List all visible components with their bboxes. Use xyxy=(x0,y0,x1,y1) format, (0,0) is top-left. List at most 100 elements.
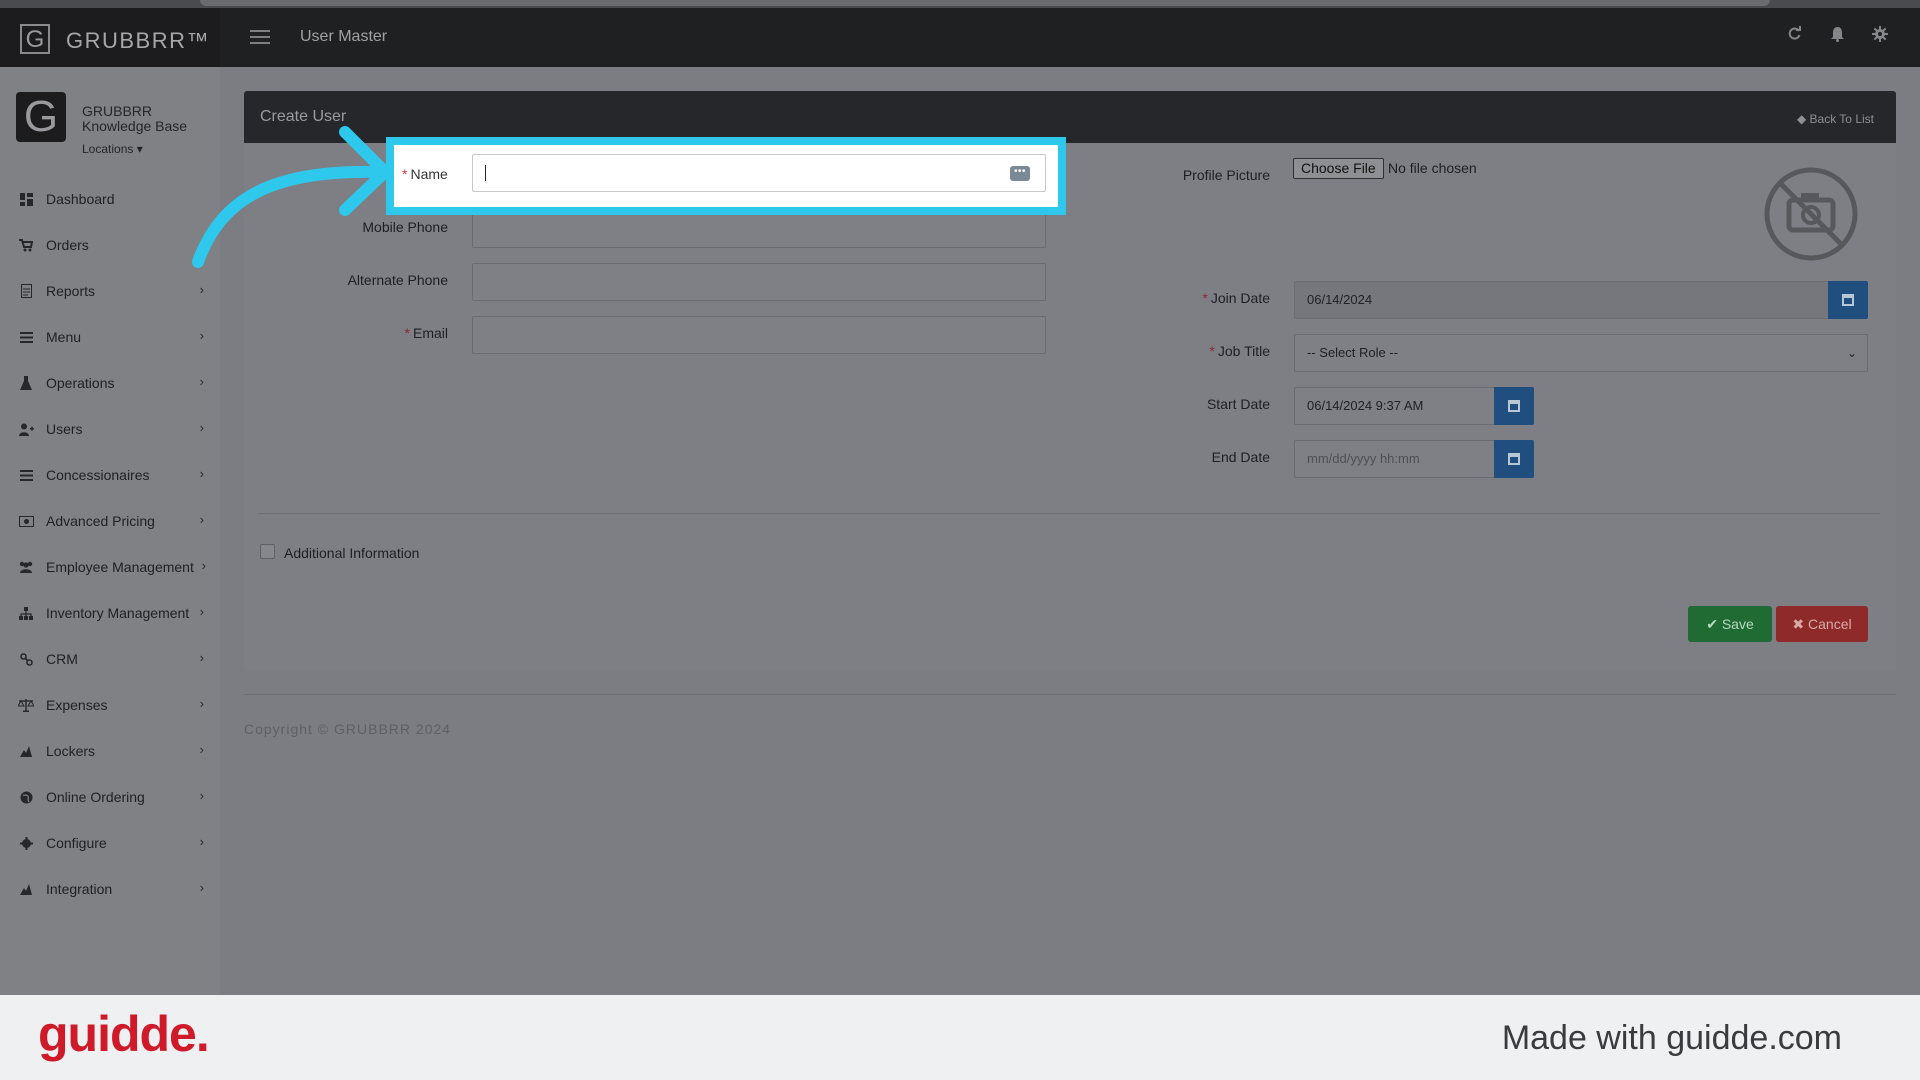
name-label: * Name xyxy=(402,166,448,182)
save-button[interactable]: ✔ Save xyxy=(1688,606,1772,642)
no-file-chosen-text: No file chosen xyxy=(1388,160,1477,176)
chevron-right-icon: › xyxy=(199,282,204,297)
calendar-icon xyxy=(1508,453,1520,465)
refresh-icon[interactable] xyxy=(1787,26,1802,46)
cog-icon xyxy=(18,835,34,851)
join-date-label-text: Join Date xyxy=(1210,290,1270,306)
sidebar-item-crm[interactable]: CRM › xyxy=(0,636,220,682)
pointer-arrow-icon xyxy=(192,126,391,268)
locations-label: Locations xyxy=(82,142,134,156)
gear-icon[interactable] xyxy=(1872,26,1888,47)
cart-icon xyxy=(18,237,34,253)
sidebar-item-label: Users xyxy=(46,421,83,437)
more-dots-icon[interactable]: ••• xyxy=(1010,166,1030,181)
sidebar-item-label: Lockers xyxy=(46,743,96,759)
sidebar-item-lockers[interactable]: Lockers › xyxy=(0,728,220,774)
page-title: User Master xyxy=(300,28,388,45)
avatar: G xyxy=(16,92,66,142)
brand-name: GRUBBRR™ xyxy=(66,28,211,53)
chevron-right-icon: › xyxy=(199,650,204,665)
flask-icon xyxy=(18,375,34,391)
cancel-label: Cancel xyxy=(1808,616,1852,632)
chevron-right-icon: › xyxy=(199,512,204,527)
sidebar-item-advanced-pricing[interactable]: Advanced Pricing › xyxy=(0,498,220,544)
join-date-input[interactable]: 06/14/2024 xyxy=(1294,281,1830,319)
caret-down-icon: ▾ xyxy=(136,142,143,156)
chevron-right-icon: › xyxy=(199,604,204,619)
footer-divider xyxy=(244,694,1896,695)
calendar-icon xyxy=(1842,294,1854,306)
chevron-right-icon: › xyxy=(199,788,204,803)
brand-logo-icon: G xyxy=(20,24,50,54)
dashboard-icon xyxy=(18,191,34,207)
chevron-right-icon: › xyxy=(199,328,204,343)
user-plus-icon xyxy=(18,421,34,437)
sidebar-item-label: Integration xyxy=(46,881,113,897)
org-subtitle: Knowledge Base xyxy=(82,118,188,134)
start-date-input[interactable]: 06/14/2024 9:37 AM xyxy=(1294,387,1496,425)
made-with-guidde-text: Made with guidde.com xyxy=(1501,1019,1842,1057)
job-title-selected-value: -- Select Role -- xyxy=(1307,345,1399,360)
alternate-phone-input[interactable] xyxy=(472,263,1046,301)
job-title-label: * Job Title xyxy=(1170,343,1270,359)
chevron-right-icon: › xyxy=(199,834,204,849)
hamburger-menu-icon[interactable] xyxy=(250,30,270,44)
sidebar-item-configure[interactable]: Configure › xyxy=(0,820,220,866)
mobile-phone-input[interactable] xyxy=(472,210,1046,248)
org-name: GRUBBRR xyxy=(82,103,153,119)
join-date-calendar-button[interactable] xyxy=(1828,281,1868,319)
sidebar-item-menu[interactable]: Menu › xyxy=(0,314,220,360)
job-title-label-text: Job Title xyxy=(1217,343,1270,359)
sidebar-item-employee-management[interactable]: Employee Management › xyxy=(0,544,220,590)
job-title-select[interactable]: -- Select Role -- ⌄ xyxy=(1294,334,1868,372)
profile-picture-label: Profile Picture xyxy=(1182,167,1270,183)
sidebar-item-concessionaires[interactable]: Concessionaires › xyxy=(0,452,220,498)
sidebar-item-label: Dashboard xyxy=(46,191,115,207)
sidebar-item-users[interactable]: Users › xyxy=(0,406,220,452)
top-strip-inner xyxy=(200,0,1770,6)
name-field-highlight: * Name ••• xyxy=(386,137,1066,215)
copyright-text: Copyright © GRUBBRR 2024 xyxy=(244,721,452,737)
no-photo-icon xyxy=(1763,166,1859,267)
end-date-calendar-button[interactable] xyxy=(1494,440,1534,478)
sidebar-item-inventory-management[interactable]: Inventory Management › xyxy=(0,590,220,636)
balance-icon xyxy=(18,697,34,713)
sidebar-item-expenses[interactable]: Expenses › xyxy=(0,682,220,728)
top-header: User Master xyxy=(220,8,1920,67)
name-input[interactable]: ••• xyxy=(472,154,1046,192)
sidebar-item-online-ordering[interactable]: Online Ordering › xyxy=(0,774,220,820)
chevron-right-icon: › xyxy=(199,696,204,711)
required-mark: * xyxy=(1209,343,1215,359)
sidebar-item-label: Online Ordering xyxy=(46,789,145,805)
chevron-right-icon: › xyxy=(199,880,204,895)
additional-information-label: Additional Information xyxy=(284,545,420,561)
email-input[interactable] xyxy=(472,316,1046,354)
sidebar-item-integration[interactable]: Integration › xyxy=(0,866,220,912)
additional-information-checkbox[interactable] xyxy=(260,544,275,559)
plug-icon xyxy=(18,881,34,897)
end-date-label: End Date xyxy=(1211,449,1270,465)
required-mark: * xyxy=(402,166,408,182)
start-date-calendar-button[interactable] xyxy=(1494,387,1534,425)
link-icon xyxy=(18,651,34,667)
sidebar-item-label: Inventory Management xyxy=(46,605,190,621)
back-to-list-label: Back To List xyxy=(1809,112,1874,126)
globe-icon xyxy=(18,789,34,805)
locations-dropdown[interactable]: Locations ▾ xyxy=(82,142,143,156)
name-label-text: Name xyxy=(410,166,448,182)
sidebar-item-label: Reports xyxy=(46,283,96,299)
chevron-right-icon: › xyxy=(199,466,204,481)
guidde-footer-bar: guidde. Made with guidde.com xyxy=(0,995,1920,1080)
sidebar-item-operations[interactable]: Operations › xyxy=(0,360,220,406)
bell-icon[interactable] xyxy=(1830,26,1845,47)
sidebar-item-label: Expenses xyxy=(46,697,108,713)
join-date-label: * Join Date xyxy=(1170,290,1270,306)
back-to-list-link[interactable]: ◆ Back To List xyxy=(1797,112,1874,126)
required-mark: * xyxy=(1202,290,1208,306)
cancel-button[interactable]: ✖ Cancel xyxy=(1776,606,1868,642)
end-date-input[interactable]: mm/dd/yyyy hh:mm xyxy=(1294,440,1496,478)
choose-file-button[interactable]: Choose File xyxy=(1293,158,1384,179)
chevron-down-icon: ⌄ xyxy=(1846,346,1857,360)
sidebar-item-label: Menu xyxy=(46,329,82,345)
sidebar-item-label: Orders xyxy=(46,237,89,253)
